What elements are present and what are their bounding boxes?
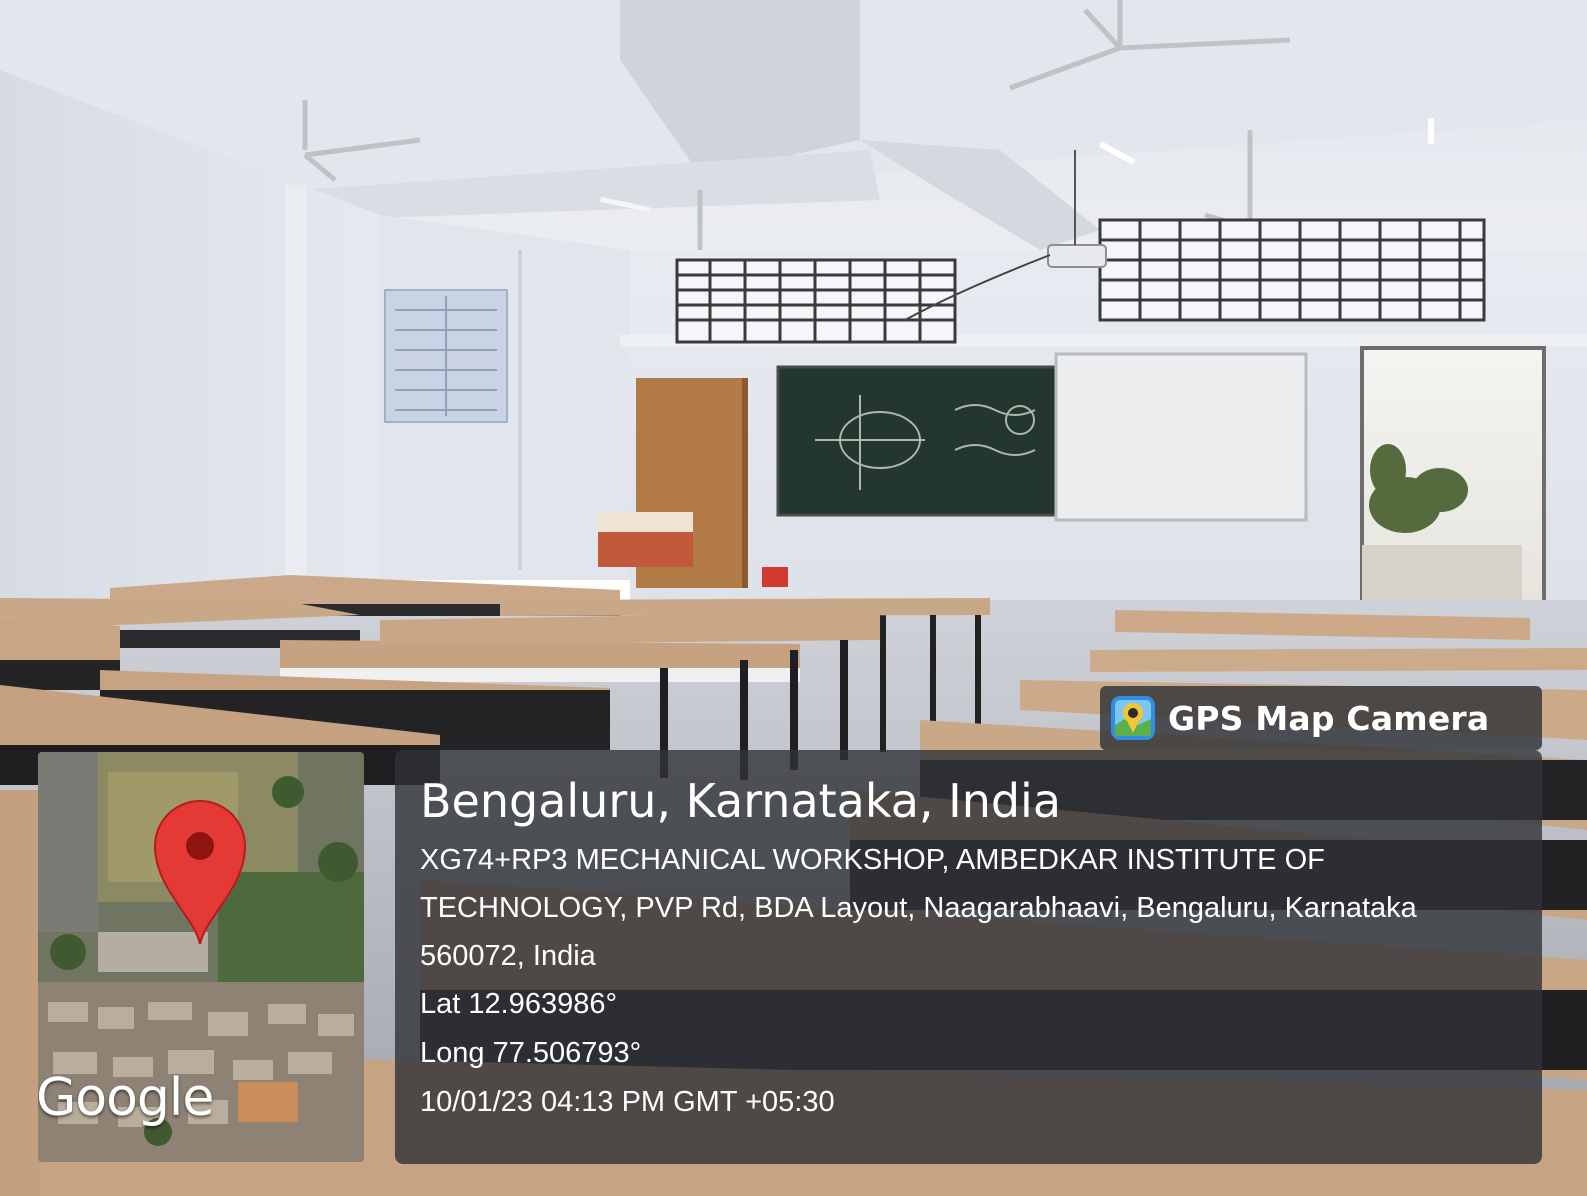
app-name: GPS Map Camera xyxy=(1168,698,1490,738)
location-address: XG74+RP3 MECHANICAL WORKSHOP, AMBEDKAR I… xyxy=(420,844,1417,972)
latitude-text: Lat 12.963986° xyxy=(420,988,618,1020)
location-info-card: Bengaluru, Karnataka, India XG74+RP3 MEC… xyxy=(395,750,1542,1164)
map-pin-icon xyxy=(153,800,247,945)
gps-map-camera-icon xyxy=(1111,696,1155,740)
longitude-text: Long 77.506793° xyxy=(420,1037,642,1069)
gps-map-camera-badge: GPS Map Camera xyxy=(1100,686,1542,750)
geotagged-photo: GPS Map Camera Google Bengaluru, Karnata… xyxy=(0,0,1587,1196)
timestamp-text: 10/01/23 04:13 PM GMT +05:30 xyxy=(420,1086,835,1118)
location-title: Bengaluru, Karnataka, India xyxy=(420,774,1062,828)
google-logo: Google xyxy=(38,1068,214,1128)
map-thumbnail: Google xyxy=(38,752,364,1162)
